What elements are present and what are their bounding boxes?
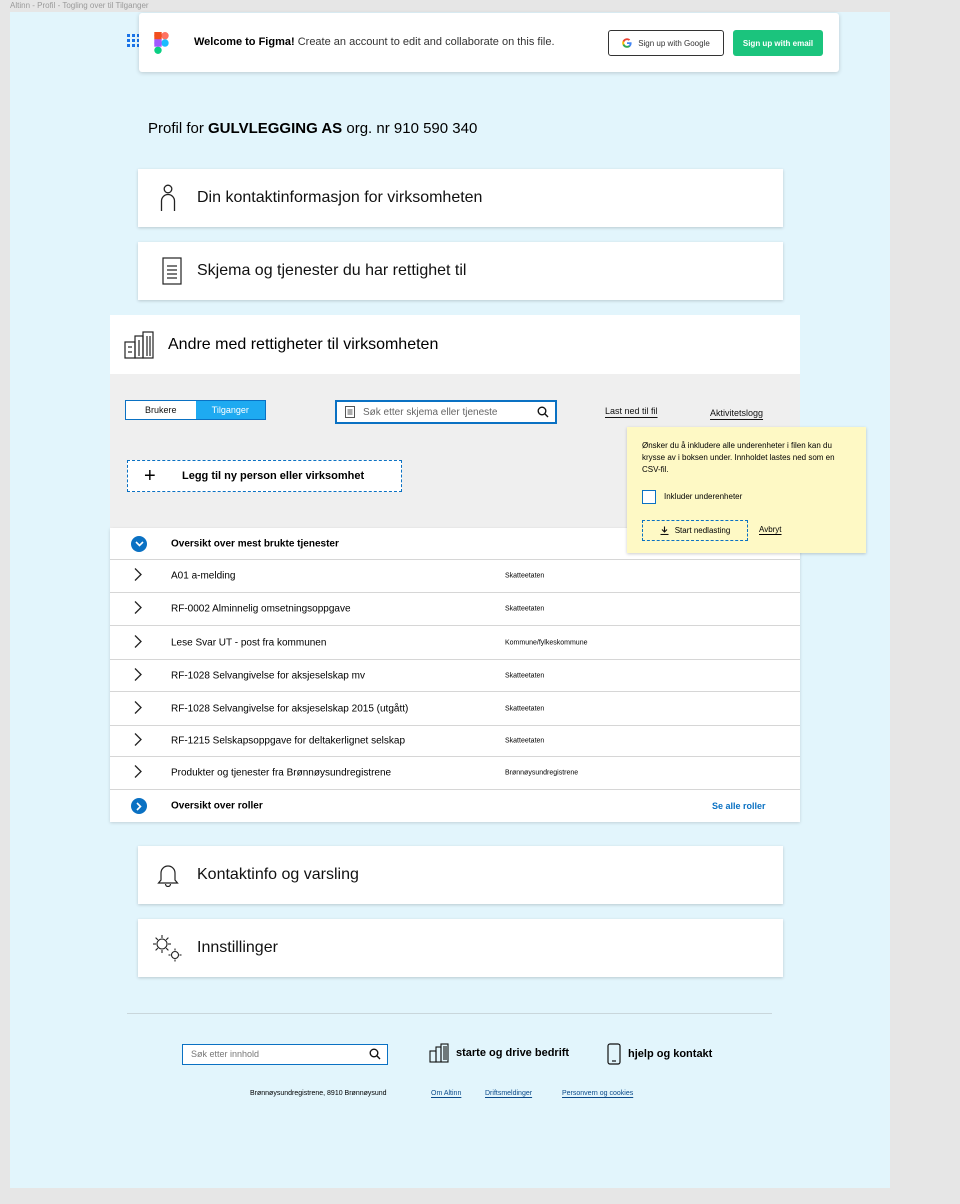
building-icon: [110, 330, 168, 359]
service-name: A01 a-melding: [171, 570, 236, 582]
service-name: RF-1028 Selvangivelse for aksjeselskap m…: [171, 670, 365, 681]
chevron-right-icon: [134, 601, 142, 618]
roles-row[interactable]: Oversikt over roller Se alle roller: [110, 790, 800, 822]
include-subunits-checkbox[interactable]: [642, 490, 656, 504]
table-row[interactable]: Lese Svar UT - post fra kommunen Kommune…: [110, 626, 800, 660]
sign-up-google-button[interactable]: Sign up with Google: [608, 30, 724, 56]
service-search-input[interactable]: Søk etter skjema eller tjeneste: [335, 400, 557, 424]
section-contact-info[interactable]: Din kontaktinformasjon for virksomheten: [138, 169, 783, 227]
start-download-button[interactable]: Start nedlasting: [642, 520, 748, 541]
table-row[interactable]: RF-1215 Selskapsoppgave for deltakerlign…: [110, 726, 800, 757]
section-contact-info-label: Din kontaktinformasjon for virksomheten: [197, 189, 483, 206]
services-list: Oversikt over mest brukte tjenester A01 …: [110, 528, 800, 822]
services-list-title: Oversikt over mest brukte tjenester: [171, 538, 339, 549]
footer-search-input[interactable]: Søk etter innhold: [182, 1044, 388, 1065]
service-search-placeholder: Søk etter skjema eller tjeneste: [363, 406, 498, 418]
banner-message: Welcome to Figma! Create an account to e…: [194, 36, 555, 48]
frame-title: Altinn - Profil - Togling over til Tilga…: [10, 1, 149, 10]
business-link[interactable]: starte og drive bedrift: [429, 1043, 569, 1063]
privacy-link[interactable]: Personvern og cookies: [562, 1090, 633, 1097]
service-owner: Skatteetaten: [505, 737, 545, 745]
bell-icon: [138, 863, 197, 887]
cancel-link[interactable]: Avbryt: [759, 525, 782, 534]
add-person-label: Legg til ny person eller virksomhet: [182, 470, 365, 482]
service-owner: Kommune/fylkeskommune: [505, 639, 588, 646]
help-link-label: hjelp og kontakt: [628, 1048, 713, 1060]
google-button-label: Sign up with Google: [638, 38, 710, 48]
document-icon: [138, 257, 205, 285]
title-prefix: Profil for: [148, 120, 209, 137]
service-name: RF-0002 Alminnelig omsetningsoppgave: [171, 603, 351, 615]
include-subunits-label: Inkluder underenheter: [664, 492, 743, 501]
footer-search-placeholder: Søk etter innhold: [191, 1049, 260, 1059]
start-download-label: Start nedlasting: [674, 526, 731, 535]
search-icon[interactable]: [369, 1048, 381, 1060]
banner-text: Create an account to edit and collaborat…: [294, 36, 555, 48]
section-settings-label: Innstillinger: [197, 939, 278, 956]
table-row[interactable]: A01 a-melding Skatteetaten: [110, 560, 800, 593]
section-settings[interactable]: Innstillinger: [138, 919, 783, 977]
section-notifications[interactable]: Kontaktinfo og varsling: [138, 846, 783, 904]
service-owner: Skatteetaten: [505, 572, 545, 580]
person-icon: [138, 184, 197, 212]
service-owner: Brønnøysundregistrene: [505, 769, 579, 777]
section-notifications-label: Kontaktinfo og varsling: [197, 866, 359, 883]
gears-icon: [138, 933, 197, 963]
service-name: RF-1028 Selvangivelse for aksjeselskap 2…: [171, 703, 409, 714]
add-person-button[interactable]: + Legg til ny person eller virksomhet: [127, 460, 402, 492]
section-others[interactable]: Andre med rettigheter til virksomheten: [110, 315, 800, 374]
chevron-right-icon: [134, 634, 142, 651]
figma-logo-icon: [154, 32, 169, 54]
table-row[interactable]: RF-0002 Alminnelig omsetningsoppgave Ska…: [110, 593, 800, 626]
roles-title: Oversikt over roller: [171, 800, 263, 812]
chevron-right-icon: [134, 568, 142, 585]
search-icon[interactable]: [537, 406, 549, 418]
service-owner: Skatteetaten: [505, 705, 545, 712]
section-others-label: Andre med rettigheter til virksomheten: [168, 335, 439, 353]
banner-welcome: Welcome to Figma!: [194, 36, 295, 48]
phone-icon: [607, 1043, 621, 1065]
about-link[interactable]: Om Altinn: [431, 1090, 461, 1097]
table-row[interactable]: Produkter og tjenester fra Brønnøysundre…: [110, 757, 800, 790]
table-row[interactable]: RF-1028 Selvangivelse for aksjeselskap m…: [110, 660, 800, 692]
chevron-right-icon: [134, 765, 142, 782]
tab-access[interactable]: Tilganger: [195, 401, 265, 419]
service-owner: Skatteetaten: [505, 605, 545, 613]
business-link-label: starte og drive bedrift: [456, 1047, 570, 1059]
help-link[interactable]: hjelp og kontakt: [607, 1043, 712, 1065]
section-forms-label: Skjema og tjenester du har rettighet til: [197, 262, 467, 279]
table-row[interactable]: RF-1028 Selvangivelse for aksjeselskap 2…: [110, 692, 800, 726]
users-access-toggle: Brukere Tilganger: [125, 400, 266, 420]
service-name: Produkter og tjenester fra Brønnøysundre…: [171, 767, 392, 779]
page-title: Profil for GULVLEGGING AS org. nr 910 59…: [148, 120, 477, 137]
document-small-icon: [345, 406, 355, 418]
download-popup: Ønsker du å inkludere alle underenheter …: [627, 427, 866, 553]
building-icon: [429, 1043, 449, 1063]
popup-message: Ønsker du å inkludere alle underenheter …: [642, 441, 835, 474]
chevron-right-icon: [134, 700, 142, 717]
chevron-right-icon: [134, 733, 142, 750]
activity-log-link[interactable]: Aktivitetslogg: [710, 408, 763, 418]
status-link[interactable]: Driftsmeldinger: [485, 1090, 532, 1097]
chevron-right-icon: [134, 667, 142, 684]
service-name: RF-1215 Selskapsoppgave for deltakerlign…: [171, 735, 406, 747]
org-number: org. nr 910 590 340: [342, 120, 478, 137]
sign-up-email-button[interactable]: Sign up with email: [733, 30, 823, 56]
google-icon: [622, 38, 632, 48]
plus-icon: +: [144, 464, 156, 487]
download-file-link[interactable]: Last ned til fil: [605, 406, 658, 416]
see-all-roles-link[interactable]: Se alle roller: [712, 801, 766, 811]
chevron-right-circle-icon[interactable]: [131, 798, 147, 814]
company-name: GULVLEGGING AS: [208, 120, 343, 137]
section-forms[interactable]: Skjema og tjenester du har rettighet til: [138, 242, 783, 300]
download-icon: [660, 526, 669, 535]
footer-divider: [127, 1013, 772, 1014]
figma-signup-banner: Welcome to Figma! Create an account to e…: [139, 13, 839, 72]
chevron-down-icon[interactable]: [131, 536, 147, 552]
footer-address: Brønnøysundregistrene, 8910 Brønnøysund: [250, 1090, 387, 1097]
service-owner: Skatteetaten: [505, 672, 545, 679]
service-name: Lese Svar UT - post fra kommunen: [171, 637, 327, 648]
tab-users[interactable]: Brukere: [126, 401, 196, 419]
